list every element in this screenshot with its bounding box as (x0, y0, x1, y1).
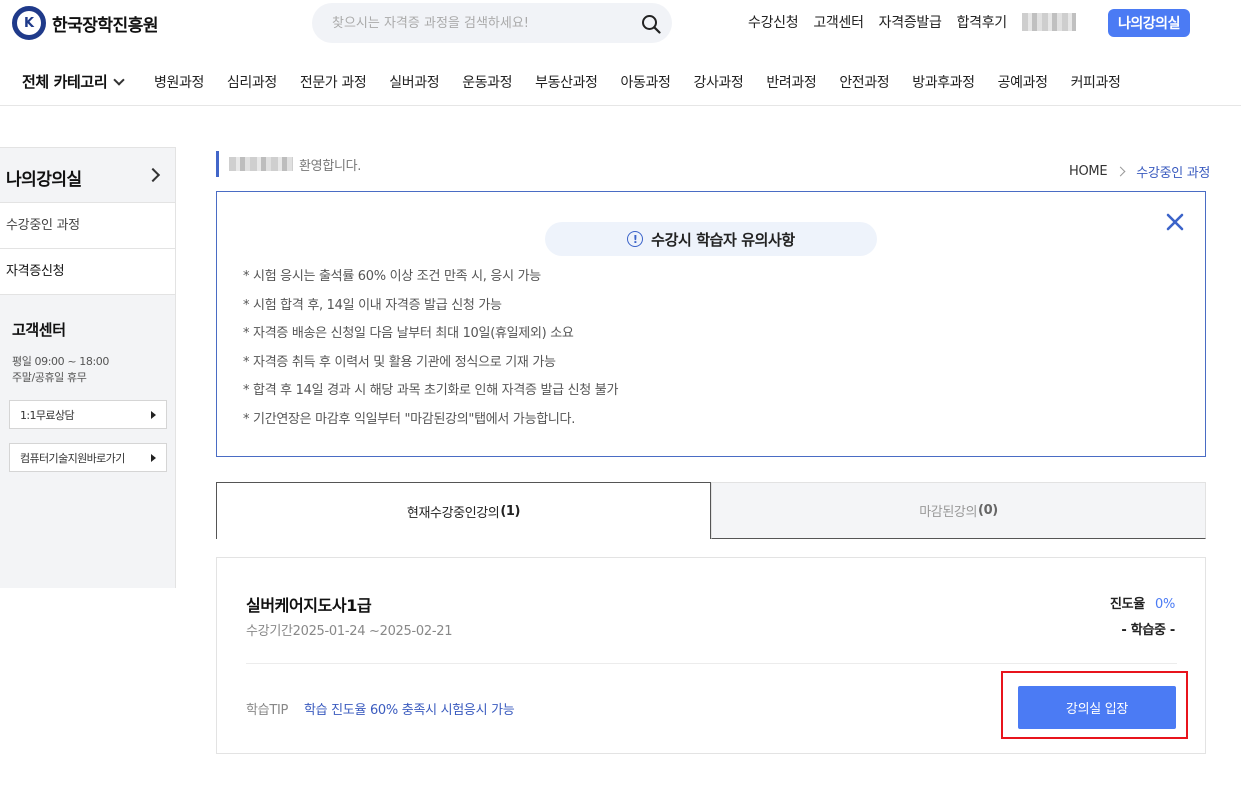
triangle-right-icon (151, 410, 156, 419)
learner-notice-box: ! 수강시 학습자 유의사항 * 시험 응시는 출석률 60% 이상 조건 만족… (216, 191, 1206, 457)
category-item[interactable]: 강사과정 (693, 72, 743, 92)
all-categories-dropdown[interactable]: 전체 카테고리 (22, 71, 125, 92)
logo-emblem-icon: K (12, 6, 46, 40)
category-item[interactable]: 안전과정 (839, 72, 889, 92)
logo-letter: K (17, 11, 41, 35)
sidebar-item-current-courses[interactable]: 수강중인 과정 (0, 203, 175, 249)
notice-title-pill: ! 수강시 학습자 유의사항 (545, 222, 877, 256)
tip-label: 학습TIP (246, 703, 289, 718)
search-bar (312, 3, 672, 43)
top-nav: 수강신청 고객센터 자격증발급 합격후기 (748, 12, 1092, 32)
sidebar-title-row[interactable]: 나의강의실 (0, 147, 175, 203)
category-list: 병원과정 심리과정 전문가 과정 실버과정 운동과정 부동산과정 아동과정 강사… (154, 72, 1143, 92)
course-tabs: 현재수강중인강의 (1) 마감된강의 (0) (216, 482, 1206, 539)
user-name-redacted (1021, 13, 1076, 31)
status-badge: - 학습중 - (1121, 623, 1175, 638)
all-categories-label: 전체 카테고리 (22, 73, 108, 91)
info-icon: ! (627, 231, 644, 247)
chevron-right-icon (145, 167, 161, 183)
tab-current-count: (1) (500, 503, 521, 519)
logo-text: 한국장학진흥원 (52, 15, 158, 36)
search-icon[interactable] (641, 14, 661, 34)
breadcrumb-home[interactable]: HOME (1069, 164, 1108, 179)
category-item[interactable]: 심리과정 (227, 72, 277, 92)
sidebar: 나의강의실 수강중인 과정 자격증신청 고객센터 평일 09:00 ~ 18:0… (0, 147, 176, 588)
notice-item: * 기간연장은 마감후 익일부터 "마감된강의"탭에서 가능합니다. (243, 411, 576, 427)
search-input[interactable] (332, 13, 622, 33)
user-name-redacted (229, 157, 293, 171)
remote-support-button[interactable]: 컴퓨터기술지원바로가기 (9, 443, 167, 472)
category-item[interactable]: 전문가 과정 (300, 72, 367, 92)
nav-reviews[interactable]: 합격후기 (957, 12, 1008, 32)
category-item[interactable]: 방과후과정 (912, 72, 975, 92)
tip-text: 학습 진도율 60% 충족시 시험응시 가능 (304, 703, 515, 718)
category-item[interactable]: 아동과정 (621, 72, 671, 92)
remote-support-label: 컴퓨터기술지원바로가기 (20, 451, 125, 465)
hours-weekday: 평일 09:00 ~ 18:00 (12, 355, 109, 368)
nav-enroll[interactable]: 수강신청 (748, 12, 799, 32)
site-logo[interactable]: K 한국장학진흥원 (12, 6, 158, 40)
category-item[interactable]: 부동산과정 (535, 72, 598, 92)
sidebar-item-certificate-apply[interactable]: 자격증신청 (0, 249, 175, 295)
notice-item: * 자격증 배송은 신청일 다음 날부터 최대 10일(휴일제외) 소요 (243, 326, 574, 342)
sidebar-title: 나의강의실 (6, 170, 82, 190)
breadcrumb-current: 수강중인 과정 (1136, 166, 1211, 181)
triangle-right-icon (151, 453, 156, 462)
course-name: 실버케어지도사1급 (246, 596, 372, 615)
notice-list: * 시험 응시는 출석률 60% 이상 조건 만족 시, 응시 가능 * 시험 … (243, 267, 618, 439)
category-bar: 전체 카테고리 병원과정 심리과정 전문가 과정 실버과정 운동과정 부동산과정… (0, 58, 1241, 106)
chevron-right-icon (1115, 166, 1126, 177)
notice-title: 수강시 학습자 유의사항 (651, 230, 795, 249)
my-classroom-button[interactable]: 나의강의실 (1108, 9, 1190, 37)
nav-certificate-issue[interactable]: 자격증발급 (879, 12, 942, 32)
customer-center-title: 고객센터 (12, 321, 66, 339)
progress-value: 0% (1154, 597, 1175, 612)
customer-center-box: 고객센터 평일 09:00 ~ 18:00 주말/공휴일 휴무 1:1무료상담 … (0, 295, 175, 588)
breadcrumb: HOME 수강중인 과정 (1069, 162, 1210, 181)
divider (246, 663, 1177, 664)
close-icon[interactable] (1165, 212, 1185, 232)
welcome-text: 환영합니다. (299, 158, 362, 174)
tab-closed-count: (0) (978, 503, 998, 518)
top-header: K 한국장학진흥원 수강신청 고객센터 자격증발급 합격후기 나의강의실 (0, 0, 1241, 48)
notice-item: * 자격증 취득 후 이력서 및 활용 기관에 정식으로 기재 가능 (243, 354, 556, 370)
tab-closed-courses[interactable]: 마감된강의 (0) (711, 482, 1206, 539)
progress-rate: 진도율 0% (1110, 593, 1175, 612)
course-card: 실버케어지도사1급 수강기간2025-01-24 ~2025-02-21 진도율… (216, 557, 1206, 754)
category-item[interactable]: 운동과정 (462, 72, 512, 92)
category-item[interactable]: 공예과정 (998, 72, 1048, 92)
free-consult-label: 1:1무료상담 (20, 408, 75, 422)
category-item[interactable]: 반려과정 (766, 72, 816, 92)
enter-classroom-button[interactable]: 강의실 입장 (1018, 686, 1176, 729)
hours-weekend: 주말/공휴일 휴무 (12, 371, 87, 384)
enter-button-highlight: 강의실 입장 (1001, 671, 1188, 739)
category-item[interactable]: 병원과정 (154, 72, 204, 92)
nav-customer-center[interactable]: 고객센터 (813, 12, 864, 32)
tab-current-label: 현재수강중인강의 (406, 505, 500, 521)
tab-closed-label: 마감된강의 (919, 505, 978, 520)
notice-item: * 시험 합격 후, 14일 이내 자격증 발급 신청 가능 (243, 297, 502, 313)
progress-label: 진도율 (1109, 597, 1145, 612)
notice-item: * 합격 후 14일 경과 시 해당 과목 초기화로 인해 자격증 발급 신청 … (243, 383, 619, 399)
customer-center-hours: 평일 09:00 ~ 18:00 주말/공휴일 휴무 (12, 354, 166, 386)
free-consult-button[interactable]: 1:1무료상담 (9, 400, 167, 429)
category-item[interactable]: 커피과정 (1071, 72, 1121, 92)
category-item[interactable]: 실버과정 (389, 72, 439, 92)
chevron-down-icon (113, 73, 125, 86)
welcome-banner: 환영합니다. (216, 151, 361, 177)
tab-current-courses[interactable]: 현재수강중인강의 (1) (216, 482, 711, 539)
notice-item: * 시험 응시는 출석률 60% 이상 조건 만족 시, 응시 가능 (243, 269, 541, 284)
course-period: 수강기간2025-01-24 ~2025-02-21 (246, 624, 453, 639)
